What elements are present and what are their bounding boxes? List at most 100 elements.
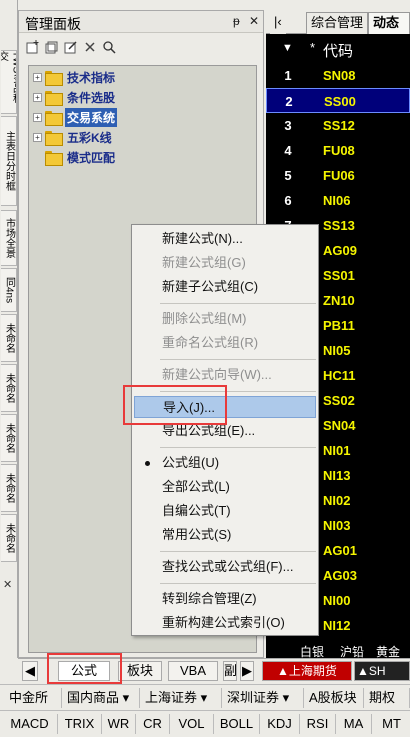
contract-code: NI12 bbox=[323, 618, 351, 633]
market-tab[interactable]: 期权 bbox=[364, 688, 410, 708]
table-row[interactable]: 1 SN08 bbox=[266, 63, 410, 88]
menu-item[interactable]: 重新构建公式索引(O) bbox=[134, 612, 316, 634]
expand-icon[interactable]: + bbox=[33, 92, 42, 102]
menu-item-label: 查找公式或公式组(F)... bbox=[162, 559, 294, 574]
vertical-tab[interactable]: 未命名 bbox=[1, 364, 17, 412]
tabs-left-arrow-icon[interactable]: ◀ bbox=[22, 661, 38, 681]
contract-code: PB11 bbox=[323, 318, 355, 333]
menu-item-label: 新建公式组(G) bbox=[162, 255, 246, 270]
table-row[interactable]: 2 SS00 bbox=[266, 88, 410, 113]
row-number: 6 bbox=[284, 193, 292, 208]
contract-code: SS02 bbox=[323, 393, 355, 408]
tree-item[interactable]: 模式匹配 bbox=[33, 148, 117, 166]
menu-item[interactable]: 新建子公式组(C) bbox=[134, 276, 316, 298]
tab-more[interactable]: 副 bbox=[223, 661, 237, 681]
menu-item[interactable]: 查找公式或公式组(F)... bbox=[134, 556, 316, 578]
sort-arrow-icon[interactable]: ▼ bbox=[282, 42, 293, 54]
vertical-tab[interactable]: 主表日分时框 bbox=[1, 116, 17, 206]
expand-icon[interactable]: + bbox=[33, 132, 42, 142]
table-row[interactable]: 3 SS12 bbox=[266, 113, 410, 138]
tab-dynamic[interactable]: 动态显 bbox=[368, 12, 410, 50]
contract-code: FU08 bbox=[323, 143, 355, 158]
market-tab[interactable]: 国内商品 ▾ bbox=[62, 688, 140, 708]
table-row[interactable]: 6 NI06 bbox=[266, 188, 410, 213]
row-number: 3 bbox=[284, 118, 292, 133]
menu-item[interactable]: 自编公式(T) bbox=[134, 500, 316, 522]
market-tab[interactable]: A股板块 bbox=[304, 688, 364, 708]
tab-vba[interactable]: VBA bbox=[168, 661, 218, 681]
contract-code: ZN10 bbox=[323, 293, 355, 308]
tree-item[interactable]: + 五彩K线 bbox=[33, 128, 114, 146]
menu-item-label: 全部公式(L) bbox=[162, 479, 230, 494]
pin-icon[interactable]: ᵽ bbox=[233, 14, 240, 28]
market-tab-sh[interactable]: ▲SH bbox=[354, 661, 410, 681]
vertical-tab[interactable]: 未命名 bbox=[1, 514, 17, 562]
contract-code: SN08 bbox=[323, 68, 356, 83]
contract-code: NI06 bbox=[323, 193, 351, 208]
indicator-button[interactable]: RSI bbox=[300, 714, 336, 734]
expand-icon[interactable]: + bbox=[33, 72, 42, 82]
menu-item-label: 删除公式组(M) bbox=[162, 311, 247, 326]
vertical-tab[interactable]: 未命名 bbox=[1, 314, 17, 362]
contract-code: NI03 bbox=[323, 518, 351, 533]
indicator-button[interactable]: MT bbox=[372, 714, 410, 734]
highlight-import-box bbox=[123, 385, 227, 425]
contract-code: AG01 bbox=[323, 543, 357, 558]
menu-item-label: 导出公式组(E)... bbox=[162, 423, 256, 438]
indicator-button[interactable]: MACD bbox=[2, 714, 58, 734]
new-formula-icon[interactable] bbox=[25, 39, 41, 55]
contract-code: SS12 bbox=[323, 118, 355, 133]
menu-item-label: 新建子公式组(C) bbox=[162, 279, 259, 294]
new-group-icon[interactable] bbox=[44, 39, 60, 55]
indicator-button[interactable]: VOL bbox=[170, 714, 214, 734]
indicator-button[interactable]: BOLL bbox=[214, 714, 260, 734]
folder-icon bbox=[45, 150, 63, 166]
menu-item-label: 转到综合管理(Z) bbox=[162, 591, 257, 606]
contract-code: HC11 bbox=[323, 368, 356, 383]
menu-item[interactable]: 新建公式(N)... bbox=[134, 228, 316, 250]
menu-item[interactable]: 公式组(U) bbox=[134, 452, 316, 474]
market-tab[interactable]: 中金所 bbox=[4, 688, 62, 708]
indicator-button[interactable]: MA bbox=[336, 714, 372, 734]
vertical-tab[interactable]: 同4ns bbox=[1, 268, 17, 312]
tree-item[interactable]: + 技术指标 bbox=[33, 68, 117, 86]
code-column-header[interactable]: 代码 bbox=[323, 40, 353, 61]
menu-item-label: 自编公式(T) bbox=[162, 503, 231, 518]
close-icon[interactable]: ✕ bbox=[249, 14, 259, 28]
row-number: 4 bbox=[284, 143, 292, 158]
indicator-button[interactable]: KDJ bbox=[260, 714, 300, 734]
tab-comprehensive[interactable]: 综合管理 bbox=[306, 12, 369, 34]
indicator-button[interactable]: CR bbox=[136, 714, 170, 734]
indicator-button[interactable]: TRIX bbox=[58, 714, 102, 734]
expand-icon[interactable]: + bbox=[33, 112, 42, 122]
vertical-tab[interactable]: 未命名 bbox=[1, 464, 17, 512]
vertical-tab[interactable]: 市场全景 bbox=[1, 210, 17, 266]
vertical-tab[interactable]: TWS多品种交 bbox=[1, 50, 17, 114]
tree-item[interactable]: + 交易系统 bbox=[33, 107, 118, 127]
indicator-button[interactable]: WR bbox=[102, 714, 136, 734]
menu-separator bbox=[160, 359, 316, 360]
table-row[interactable]: 4 FU08 bbox=[266, 138, 410, 163]
menu-item[interactable]: 常用公式(S) bbox=[134, 524, 316, 546]
contract-code: NI00 bbox=[323, 593, 351, 608]
radio-dot-icon bbox=[145, 461, 150, 466]
vertical-tabs-close-icon[interactable]: ✕ bbox=[3, 578, 12, 591]
menu-item[interactable]: 全部公式(L) bbox=[134, 476, 316, 498]
vertical-tab[interactable]: 未命名 bbox=[1, 414, 17, 462]
folder-icon bbox=[45, 130, 63, 146]
market-tab[interactable]: 深圳证券 ▾ bbox=[222, 688, 304, 708]
edit-icon[interactable] bbox=[63, 39, 79, 55]
tab-sector[interactable]: 板块 bbox=[118, 661, 162, 681]
contract-code: SS13 bbox=[323, 218, 355, 233]
menu-item[interactable]: 转到综合管理(Z) bbox=[134, 588, 316, 610]
search-icon[interactable] bbox=[101, 39, 117, 55]
market-tab-shanghai-futures[interactable]: ▲上海期货 bbox=[262, 661, 352, 681]
market-tab[interactable]: 上海证券 ▾ bbox=[140, 688, 222, 708]
menu-item: 重命名公式组(R) bbox=[134, 332, 316, 354]
tabs-right-arrow-icon[interactable]: ▶ bbox=[240, 661, 254, 681]
tree-item[interactable]: + 条件选股 bbox=[33, 88, 117, 106]
menu-item: 新建公式向导(W)... bbox=[134, 364, 316, 386]
delete-icon[interactable] bbox=[82, 39, 98, 55]
tab-scroll-left-icon[interactable]: |‹ bbox=[270, 12, 286, 34]
table-row[interactable]: 5 FU06 bbox=[266, 163, 410, 188]
